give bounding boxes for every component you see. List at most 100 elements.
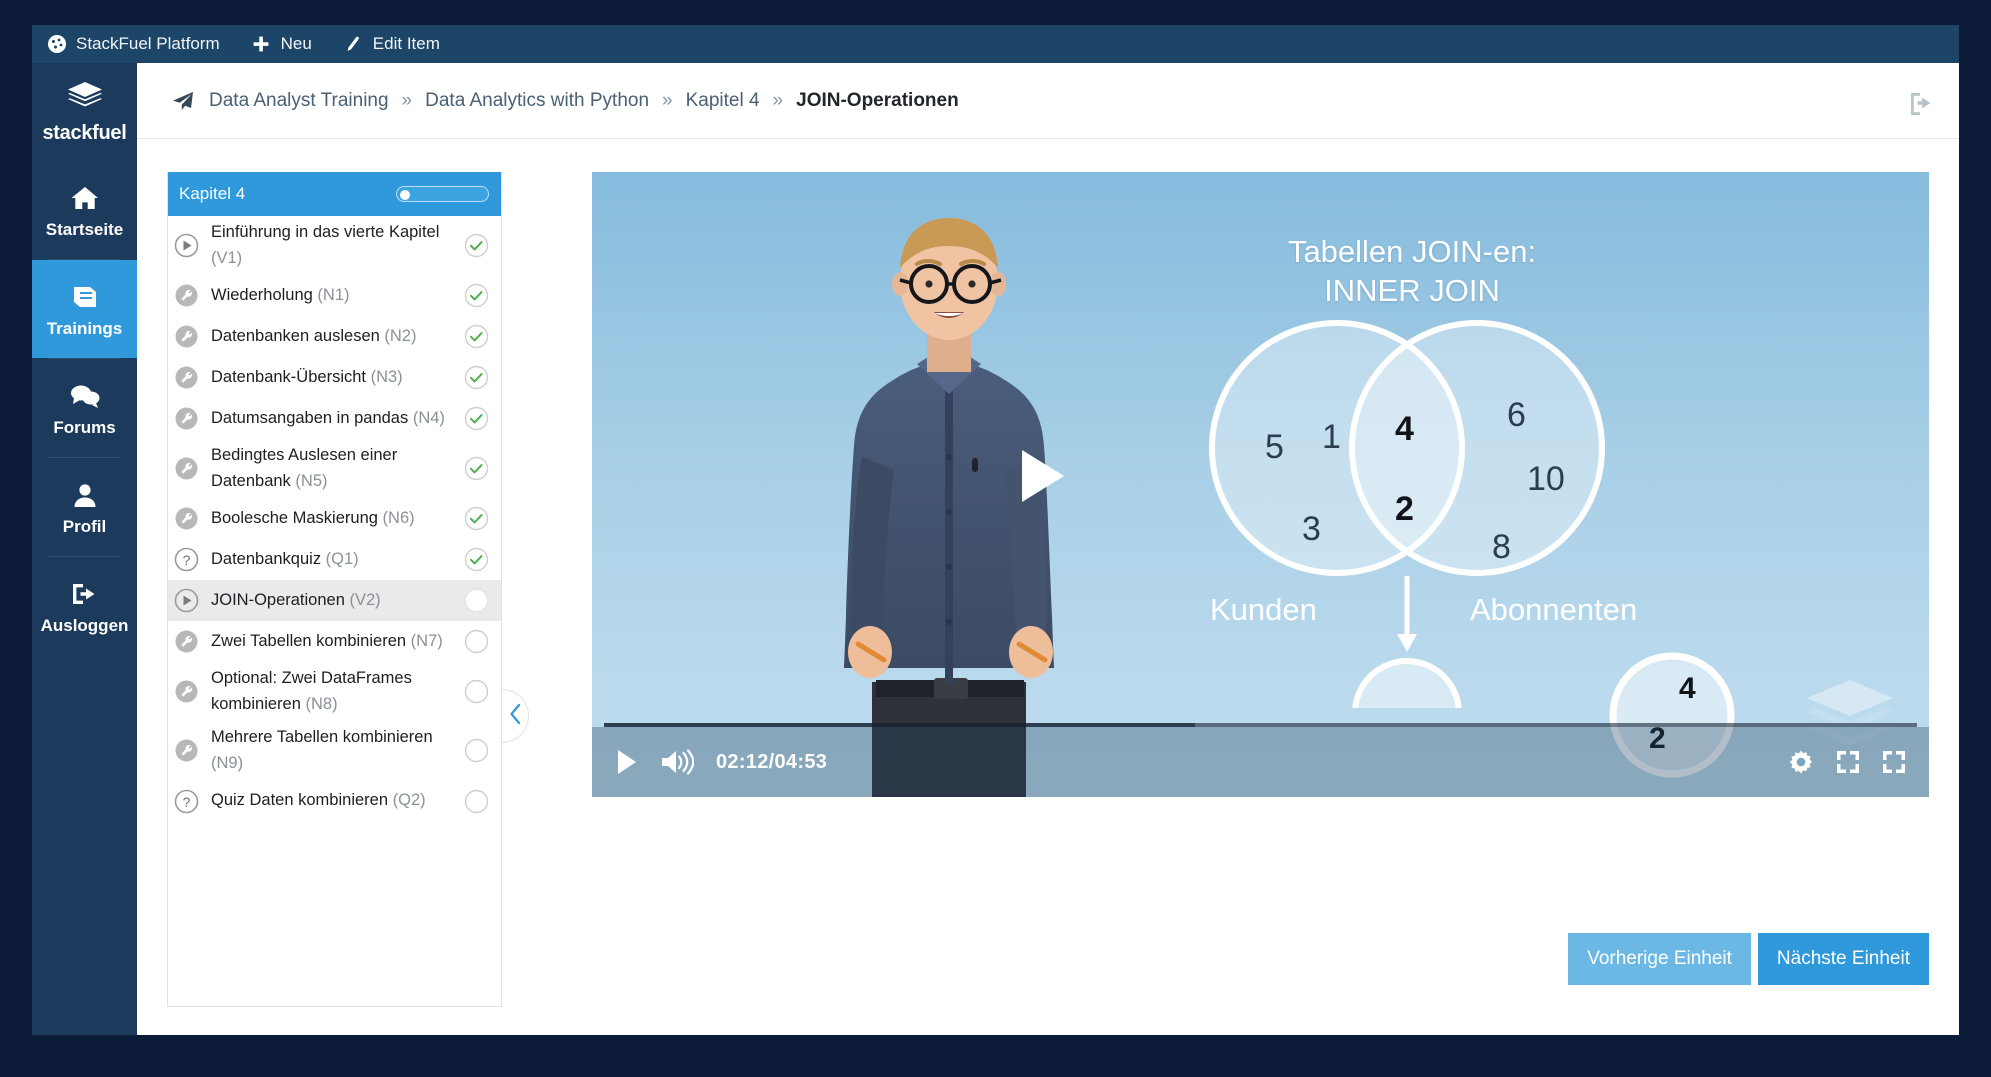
play-button[interactable]: [616, 749, 638, 775]
chapter-type-icon: [174, 365, 199, 390]
chapter-list-item[interactable]: Mehrere Tabellen kombinieren (N9): [168, 721, 501, 780]
chapter-item-label: Bedingtes Auslesen einer Datenbank (N5): [211, 443, 452, 494]
sidebar-item-startseite[interactable]: Startseite: [32, 161, 137, 259]
gear-icon[interactable]: [1787, 748, 1815, 776]
chevron-left-icon: [509, 703, 522, 729]
chapter-item-label: Einführung in das vierte Kapitel (V1): [211, 220, 452, 271]
chapter-list-item[interactable]: Datenbanken auslesen (N2): [168, 316, 501, 357]
chapter-list-item[interactable]: ? Quiz Daten kombinieren (Q2): [168, 781, 501, 822]
chapter-type-icon: [174, 506, 199, 531]
panel-collapse-toggle[interactable]: [502, 689, 529, 743]
chapter-item-code: (N2): [384, 326, 417, 345]
chapter-type-icon: ?: [174, 789, 199, 814]
brand-logo[interactable]: stackfuel: [32, 63, 137, 161]
book-icon: [68, 280, 102, 310]
chapter-item-code: (N4): [412, 408, 445, 427]
sidebar-label-profil: Profil: [62, 516, 107, 536]
sidebar-item-forums[interactable]: Forums: [32, 359, 137, 457]
wrench-circle-icon: [175, 457, 198, 480]
chapter-item-code: (N7): [410, 631, 443, 650]
venn-value-left-0: 5: [1265, 428, 1284, 466]
pencil-icon: [343, 34, 364, 55]
chapter-status-icon: [464, 365, 489, 390]
sidebar-item-profil[interactable]: Profil: [32, 458, 137, 556]
slide-title-line1: Tabellen JOIN-en:: [1287, 234, 1537, 269]
chapter-type-icon: [174, 406, 199, 431]
venn-value-left-1: 1: [1322, 418, 1341, 456]
sidebar-label-ausloggen: Ausloggen: [40, 615, 129, 635]
svg-text:?: ?: [183, 794, 191, 810]
status-complete-icon: [464, 548, 489, 572]
chapter-list-item[interactable]: Boolesche Maskierung (N6): [168, 498, 501, 539]
admin-bar-item-new[interactable]: Neu: [237, 25, 329, 63]
chapter-item-title: Wiederholung: [211, 285, 313, 304]
chapter-item-label: Wiederholung (N1): [211, 283, 452, 309]
sidebar-label-trainings: Trainings: [46, 318, 123, 338]
chapter-list-item[interactable]: Datenbank-Übersicht (N3): [168, 357, 501, 398]
chapter-list-item[interactable]: Wiederholung (N1): [168, 275, 501, 316]
admin-bar-item-edit[interactable]: Edit Item: [329, 25, 457, 63]
video-timecode: 02:12/04:53: [716, 750, 828, 773]
chapter-type-icon: [174, 679, 199, 704]
chat-icon: [68, 379, 102, 409]
content-area: Data Analyst Training » Data Analytics w…: [137, 63, 1959, 1035]
body-area: Kapitel 4 Einführung in das vierte Kapit…: [137, 139, 1959, 1035]
chapter-item-label: Datenbanken auslesen (N2): [211, 324, 452, 350]
sidebar: stackfuel Startseite Trainings Forums Pr…: [32, 63, 137, 1035]
video-player[interactable]: Tabellen JOIN-en: INNER JOIN 5 1 3 4 2 6…: [592, 172, 1929, 797]
previous-unit-button[interactable]: Vorherige Einheit: [1568, 933, 1751, 985]
chapter-type-icon: [174, 738, 199, 763]
chapter-status-icon: [464, 738, 489, 763]
chapter-list-item[interactable]: JOIN-Operationen (V2): [168, 580, 501, 622]
play-overlay-button[interactable]: [1022, 450, 1064, 502]
chapter-status-icon: [464, 506, 489, 531]
chapter-list-item[interactable]: ? Datenbankquiz (Q1): [168, 539, 501, 580]
chapter-list-item[interactable]: Einführung in das vierte Kapitel (V1): [168, 216, 501, 275]
volume-button[interactable]: [660, 749, 694, 775]
home-icon: [68, 181, 102, 211]
status-complete-icon: [464, 365, 489, 390]
chapter-status-icon: [464, 679, 489, 704]
next-unit-button[interactable]: Nächste Einheit: [1757, 933, 1929, 985]
wrench-circle-icon: [175, 407, 198, 430]
venn-value-right-1: 10: [1527, 460, 1565, 498]
admin-bar-item-platform[interactable]: StackFuel Platform: [46, 25, 237, 63]
status-complete-icon: [464, 507, 489, 531]
layers-icon: [66, 80, 104, 117]
chapter-list-item[interactable]: Optional: Zwei DataFrames kombinieren (N…: [168, 662, 501, 721]
chapter-item-code: (N1): [317, 285, 350, 304]
fullscreen-icon[interactable]: [1881, 749, 1907, 775]
picture-in-picture-icon[interactable]: [1835, 749, 1861, 775]
play-circle-icon: [174, 233, 199, 258]
breadcrumb-separator: »: [772, 89, 784, 111]
chapter-item-code: (N6): [382, 508, 415, 527]
chapter-list-item[interactable]: Zwei Tabellen kombinieren (N7): [168, 621, 501, 662]
status-open-icon: [464, 739, 489, 763]
breadcrumb-item-1[interactable]: Data Analytics with Python: [425, 90, 649, 112]
chapter-item-label: Quiz Daten kombinieren (Q2): [211, 788, 452, 814]
chapter-type-icon: [174, 233, 199, 258]
logout-icon[interactable]: [1909, 91, 1935, 120]
breadcrumb-item-0[interactable]: Data Analyst Training: [209, 90, 389, 112]
slide-title-line2: INNER JOIN: [1324, 273, 1500, 309]
sidebar-item-trainings[interactable]: Trainings: [32, 260, 137, 358]
chapter-item-code: (N8): [305, 694, 338, 713]
chapter-status-icon: [464, 588, 489, 613]
chapter-item-label: Datumsangaben in pandas (N4): [211, 406, 452, 432]
chapter-item-label: JOIN-Operationen (V2): [211, 588, 452, 614]
venn-value-right-0: 6: [1507, 396, 1526, 434]
chapter-item-code: (V2): [349, 590, 381, 609]
breadcrumb-separator: »: [401, 89, 413, 111]
chapter-status-icon: [464, 456, 489, 481]
chapter-list-item[interactable]: Datumsangaben in pandas (N4): [168, 398, 501, 439]
chapter-list-item[interactable]: Bedingtes Auslesen einer Datenbank (N5): [168, 439, 501, 498]
chapter-item-label: Mehrere Tabellen kombinieren (N9): [211, 725, 452, 776]
breadcrumb-item-2[interactable]: Kapitel 4: [686, 90, 760, 112]
chapter-progress-bar[interactable]: [396, 186, 489, 202]
status-complete-icon: [464, 283, 489, 308]
venn-diagram: 5 1 3 4 2 6 10 8 Kunden Abonnenten: [1209, 320, 1637, 708]
sidebar-item-ausloggen[interactable]: Ausloggen: [32, 557, 137, 655]
status-complete-icon: [464, 233, 489, 258]
chapter-item-code: (V1): [211, 248, 243, 267]
chapter-item-title: Mehrere Tabellen kombinieren: [211, 728, 433, 747]
